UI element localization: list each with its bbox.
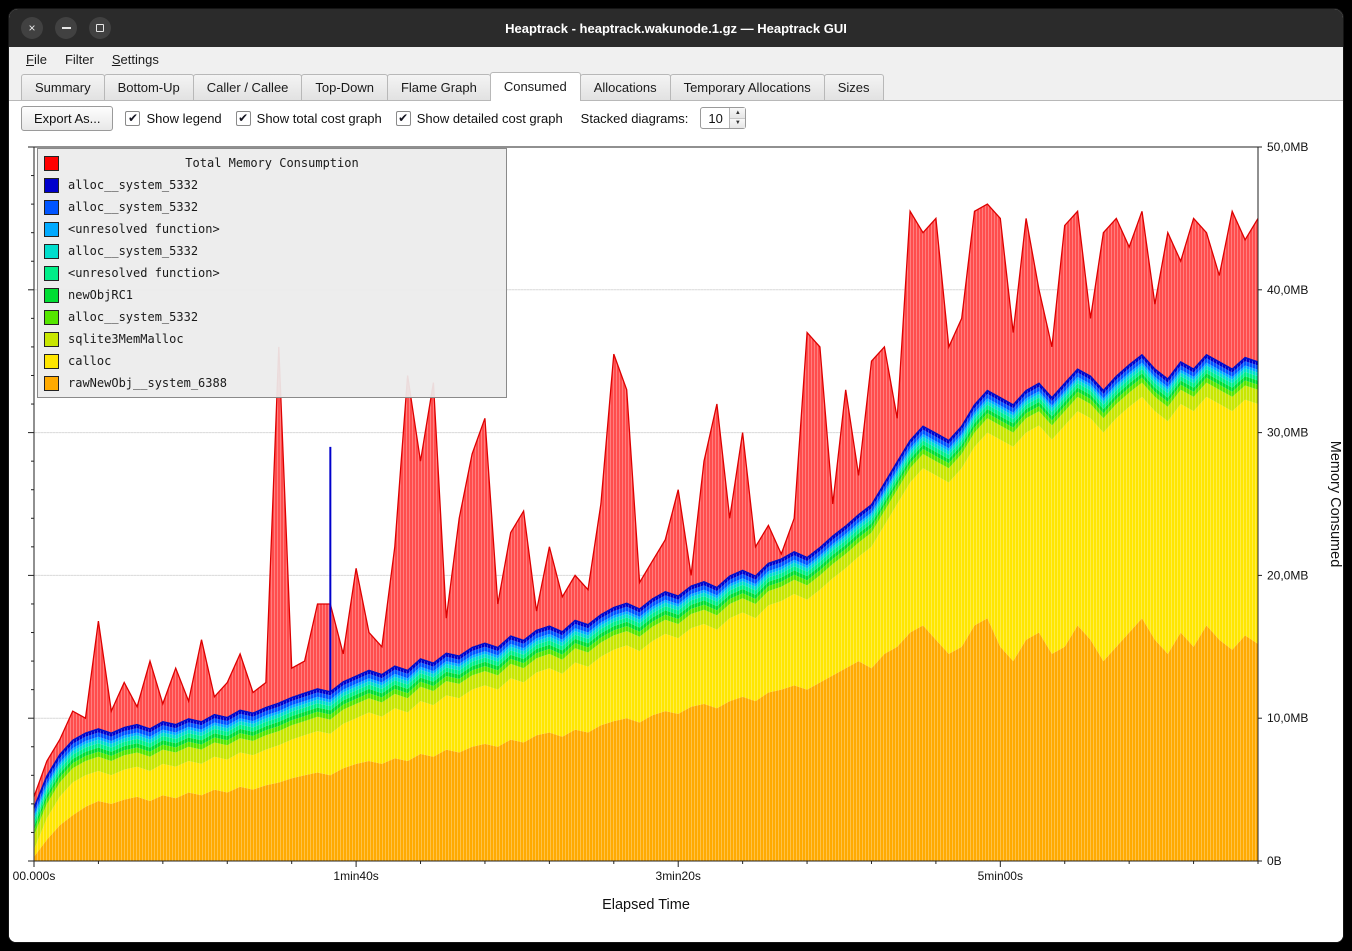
legend-row: alloc__system_5332	[38, 196, 506, 218]
titlebar: × Heaptrack - heaptrack.wakunode.1.gz — …	[9, 9, 1343, 47]
legend-label: rawNewObj__system_6388	[68, 376, 227, 390]
legend-row: calloc	[38, 350, 506, 372]
tab-bar: SummaryBottom-UpCaller / CalleeTop-DownF…	[9, 71, 1343, 101]
legend-swatch	[44, 244, 59, 259]
tab-summary[interactable]: Summary	[21, 74, 105, 101]
minimize-button[interactable]	[55, 17, 77, 39]
tab-sizes[interactable]: Sizes	[824, 74, 884, 101]
legend-label: calloc	[68, 354, 111, 368]
menu-file[interactable]: File	[17, 49, 56, 70]
checkbox-show-total-cost-graph[interactable]: ✔ Show total cost graph	[236, 111, 382, 126]
window-controls: ×	[21, 17, 111, 39]
spinbox-buttons: ▲ ▼	[729, 108, 745, 128]
tab-allocations[interactable]: Allocations	[580, 74, 671, 101]
stacked-diagrams-label: Stacked diagrams:	[581, 111, 689, 126]
legend-label: alloc__system_5332	[68, 310, 198, 324]
legend-label: sqlite3MemMalloc	[68, 332, 184, 346]
legend-row: alloc__system_5332	[38, 240, 506, 262]
legend-row: newObjRC1	[38, 284, 506, 306]
menubar: FileFilterSettings	[9, 47, 1343, 71]
legend-row: rawNewObj__system_6388	[38, 372, 506, 394]
legend-label: alloc__system_5332	[68, 244, 198, 258]
svg-text:5min00s: 5min00s	[978, 869, 1023, 883]
tab-consumed[interactable]: Consumed	[490, 72, 581, 101]
svg-text:10,0MB: 10,0MB	[1267, 711, 1308, 725]
legend-row: alloc__system_5332	[38, 174, 506, 196]
spin-up-button[interactable]: ▲	[730, 108, 745, 119]
checkbox-show-legend[interactable]: ✔ Show legend	[125, 111, 221, 126]
tab-caller-callee[interactable]: Caller / Callee	[193, 74, 303, 101]
legend-swatch	[44, 376, 59, 391]
legend-row: <unresolved function>	[38, 262, 506, 284]
tab-flame-graph[interactable]: Flame Graph	[387, 74, 491, 101]
checkbox-box: ✔	[236, 111, 251, 126]
legend-swatch	[44, 156, 59, 171]
checkbox-box: ✔	[396, 111, 411, 126]
legend-swatch	[44, 222, 59, 237]
spin-down-button[interactable]: ▼	[730, 119, 745, 129]
legend-swatch	[44, 310, 59, 325]
svg-text:3min20s: 3min20s	[656, 869, 701, 883]
maximize-button[interactable]	[89, 17, 111, 39]
maximize-icon	[96, 24, 104, 32]
legend-row: alloc__system_5332	[38, 306, 506, 328]
y-axis-title: Memory Consumed	[1327, 441, 1343, 568]
legend-swatch	[44, 266, 59, 281]
legend-swatch	[44, 178, 59, 193]
stacked-diagrams-spinbox[interactable]: 10 ▲ ▼	[700, 107, 746, 129]
checkbox-label: Show legend	[146, 111, 221, 126]
legend-row: sqlite3MemMalloc	[38, 328, 506, 350]
export-as-button[interactable]: Export As...	[21, 106, 113, 131]
chart-legend: Total Memory Consumption alloc__system_53…	[37, 148, 507, 398]
legend-label: <unresolved function>	[68, 266, 220, 280]
legend-label: Total Memory Consumption	[68, 156, 476, 170]
menu-settings[interactable]: Settings	[103, 49, 168, 70]
legend-row: <unresolved function>	[38, 218, 506, 240]
chart-area: 00.000s 1min40s 3min20s 5min00s 0B 10,0MB 20,0…	[9, 135, 1343, 943]
legend-label: alloc__system_5332	[68, 178, 198, 192]
toolbar-checkboxes: ✔ Show legend ✔ Show total cost graph ✔ Show …	[125, 111, 562, 126]
window-title: Heaptrack - heaptrack.wakunode.1.gz — He…	[9, 21, 1343, 36]
svg-text:1min40s: 1min40s	[333, 869, 378, 883]
checkbox-show-detailed-cost-graph[interactable]: ✔ Show detailed cost graph	[396, 111, 563, 126]
legend-label: newObjRC1	[68, 288, 133, 302]
checkbox-label: Show total cost graph	[257, 111, 382, 126]
svg-text:20,0MB: 20,0MB	[1267, 568, 1308, 582]
x-axis-title: Elapsed Time	[602, 897, 690, 913]
menu-filter[interactable]: Filter	[56, 49, 103, 70]
svg-text:40,0MB: 40,0MB	[1267, 283, 1308, 297]
svg-text:0B: 0B	[1267, 854, 1282, 868]
svg-text:30,0MB: 30,0MB	[1267, 426, 1308, 440]
legend-swatch	[44, 200, 59, 215]
tab-bottom-up[interactable]: Bottom-Up	[104, 74, 194, 101]
tab-top-down[interactable]: Top-Down	[301, 74, 388, 101]
svg-text:50,0MB: 50,0MB	[1267, 140, 1308, 154]
legend-swatch	[44, 354, 59, 369]
legend-swatch	[44, 288, 59, 303]
close-button[interactable]: ×	[21, 17, 43, 39]
heaptrack-window: × Heaptrack - heaptrack.wakunode.1.gz — …	[8, 8, 1344, 943]
legend-label: alloc__system_5332	[68, 200, 198, 214]
legend-swatch	[44, 332, 59, 347]
close-icon: ×	[28, 21, 35, 35]
checkbox-box: ✔	[125, 111, 140, 126]
spinbox-value: 10	[701, 108, 729, 128]
svg-text:00.000s: 00.000s	[13, 869, 56, 883]
toolbar: Export As... ✔ Show legend ✔ Show total cos…	[9, 101, 1343, 135]
minimize-icon	[62, 27, 71, 29]
checkbox-label: Show detailed cost graph	[417, 111, 563, 126]
legend-label: <unresolved function>	[68, 222, 220, 236]
tab-temporary-allocations[interactable]: Temporary Allocations	[670, 74, 825, 101]
legend-title-row: Total Memory Consumption	[38, 152, 506, 174]
